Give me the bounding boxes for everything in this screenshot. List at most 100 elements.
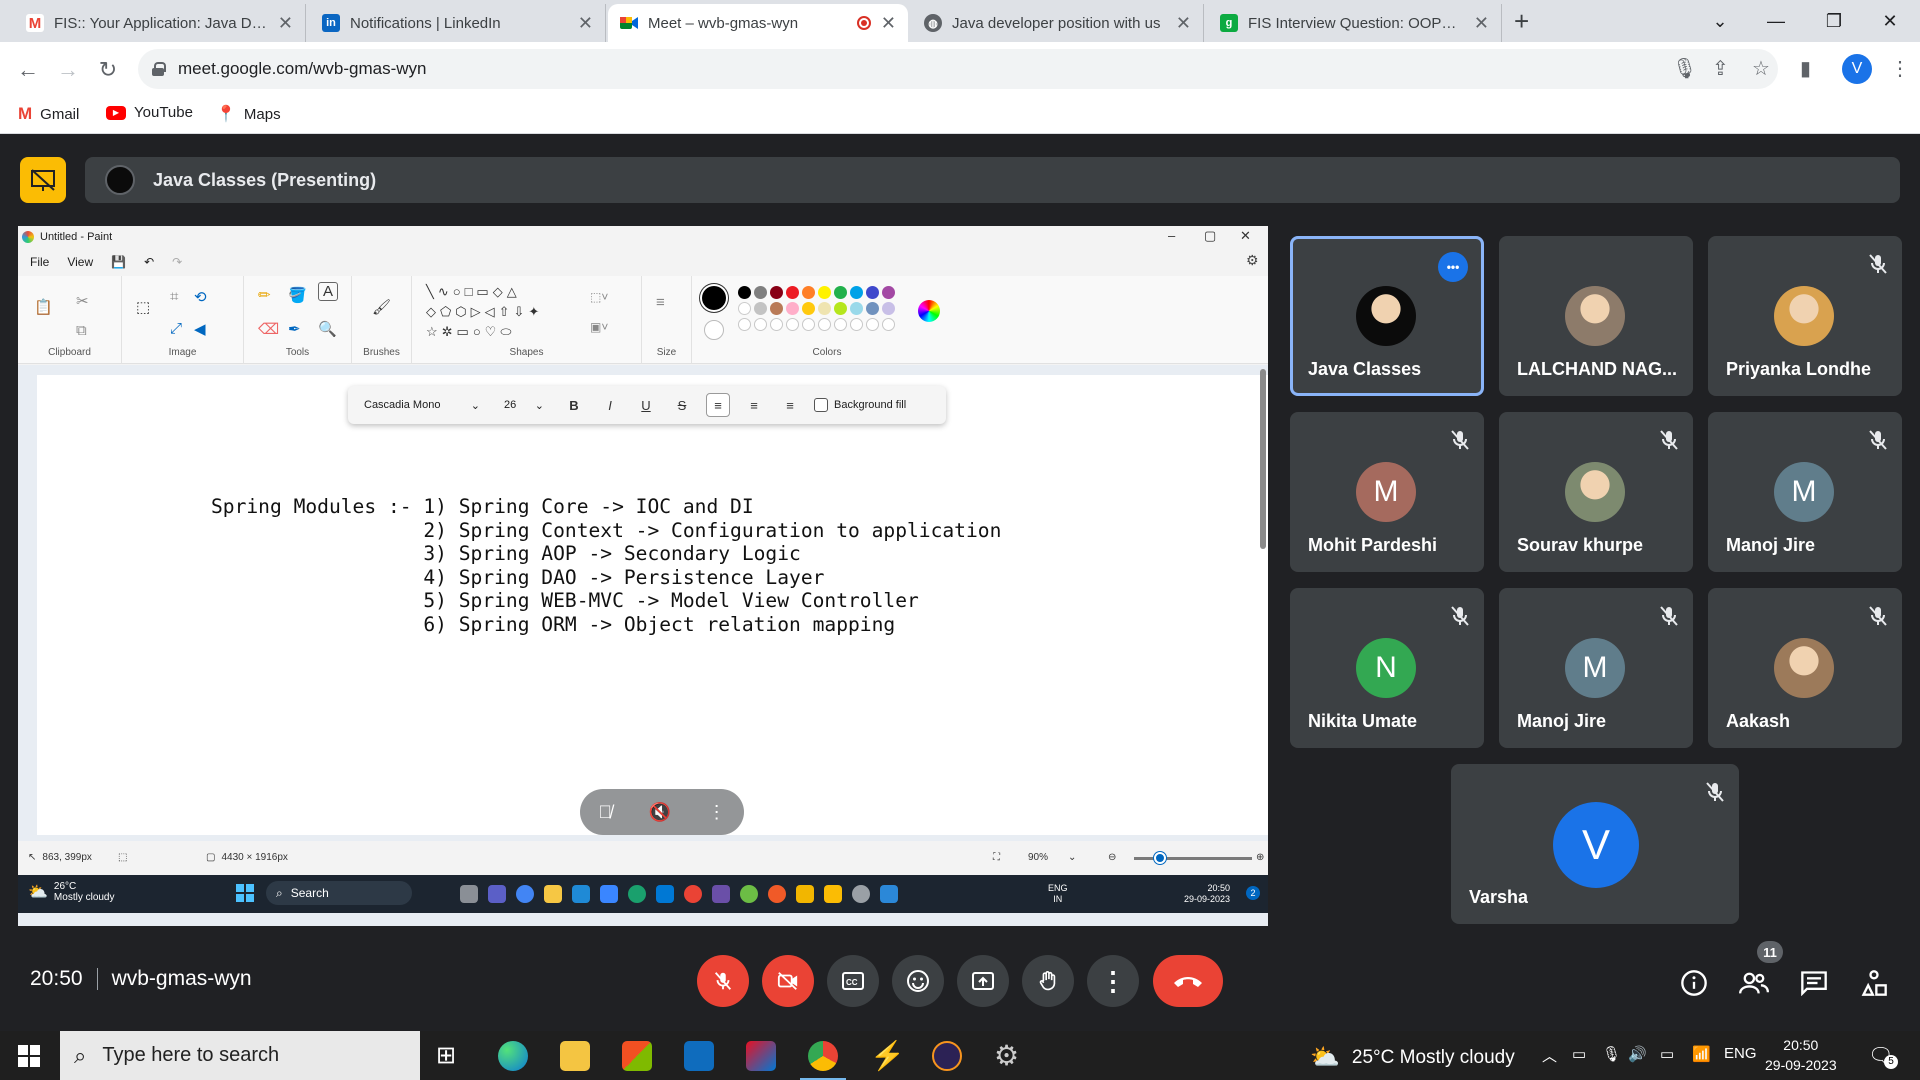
align-center-button[interactable]: ≡ xyxy=(742,393,766,417)
mail-icon[interactable] xyxy=(684,1041,714,1071)
copy-icon[interactable]: ⧉ xyxy=(76,322,87,339)
language-indicator[interactable]: ENG xyxy=(1724,1045,1757,1062)
zoom-out-icon[interactable]: ⊖ xyxy=(1108,852,1116,863)
tile-more-options-icon[interactable]: ••• xyxy=(1438,252,1468,282)
palette-empty-swatch[interactable] xyxy=(882,318,895,331)
more-options-icon[interactable]: ⋮ xyxy=(708,802,726,823)
palette-empty-swatch[interactable] xyxy=(802,318,815,331)
show-hidden-icons[interactable]: ︿ xyxy=(1542,1045,1557,1066)
brush-icon[interactable]: 🖌 xyxy=(372,298,391,316)
secondary-color[interactable] xyxy=(704,320,724,340)
line-size-icon[interactable]: ≡ xyxy=(656,294,665,311)
select-icon[interactable]: ⬚ xyxy=(136,298,150,316)
rotate-icon[interactable]: ⟲ xyxy=(194,288,207,306)
maximize-button[interactable]: ❐ xyxy=(1806,0,1862,42)
reload-button[interactable]: ↻ xyxy=(92,54,124,86)
zoom-slider-handle[interactable] xyxy=(1154,852,1166,864)
chrome-menu-icon[interactable]: ⋮ xyxy=(1890,56,1910,81)
eclipse-icon[interactable] xyxy=(932,1041,962,1071)
palette-empty-swatch[interactable] xyxy=(770,318,783,331)
microphone-icon[interactable]: 🎙 xyxy=(1672,56,1697,81)
palette-color-swatch[interactable] xyxy=(818,302,831,315)
palette-color-swatch[interactable] xyxy=(850,302,863,315)
taskbar-search-box[interactable]: ⌕ Type here to search xyxy=(60,1031,420,1080)
taskbar-weather[interactable]: ⛅ 25°C Mostly cloudy xyxy=(1310,1043,1515,1072)
palette-empty-swatch[interactable] xyxy=(834,318,847,331)
palette-color-swatch[interactable] xyxy=(802,302,815,315)
palette-color-swatch[interactable] xyxy=(770,286,783,299)
activities-button[interactable] xyxy=(1856,965,1892,1001)
speaker-icon[interactable]: 🔊 xyxy=(1628,1045,1647,1063)
pencil-icon[interactable]: ✏ xyxy=(258,286,271,304)
save-icon[interactable]: 💾 xyxy=(111,255,126,269)
outline-icon[interactable]: ⬚˅ xyxy=(590,290,608,304)
reactions-button[interactable] xyxy=(892,955,944,1007)
address-bar[interactable]: meet.google.com/wvb-gmas-wyn xyxy=(138,49,1778,89)
new-tab-button[interactable]: + xyxy=(1514,6,1529,37)
cut-icon[interactable]: ✂ xyxy=(76,292,89,310)
close-tab-icon[interactable]: ✕ xyxy=(881,13,896,34)
fit-to-window-icon[interactable]: ⛶ xyxy=(993,852,1000,863)
notification-center-button[interactable]: 🗨 5 xyxy=(1868,1043,1898,1069)
align-right-button[interactable]: ≡ xyxy=(778,393,802,417)
tab-java-developer[interactable]: ◍ Java developer position with us ✕ xyxy=(912,4,1204,42)
primary-color[interactable] xyxy=(702,286,726,310)
font-size-select[interactable]: 26 ⌄ xyxy=(498,393,550,417)
background-fill-checkbox[interactable] xyxy=(814,398,828,412)
shape-fill-icon[interactable]: ▣˅ xyxy=(590,320,608,334)
tab-fis-interview[interactable]: g FIS Interview Question: OOPS co ✕ xyxy=(1208,4,1502,42)
palette-empty-swatch[interactable] xyxy=(754,318,767,331)
bookmark-youtube[interactable]: ▶ YouTube xyxy=(106,104,193,121)
microsoft-store-icon[interactable] xyxy=(622,1041,652,1071)
chat-button[interactable] xyxy=(1796,965,1832,1001)
leave-call-button[interactable] xyxy=(1153,955,1223,1007)
participant-tile[interactable]: N Nikita Umate xyxy=(1290,588,1484,748)
crop-icon[interactable]: ⌗ xyxy=(170,288,178,305)
redo-icon[interactable]: ↷ xyxy=(172,255,182,269)
paint-menu-file[interactable]: File xyxy=(30,255,49,269)
back-button[interactable]: ← xyxy=(12,54,44,86)
profile-avatar[interactable]: V xyxy=(1842,54,1872,84)
close-tab-icon[interactable]: ✕ xyxy=(1176,13,1191,34)
text-tool-icon[interactable]: A xyxy=(318,282,339,301)
chrome-icon[interactable] xyxy=(800,1041,846,1080)
close-tab-icon[interactable]: ✕ xyxy=(1474,13,1489,34)
battery-icon[interactable]: ▭ xyxy=(1660,1045,1674,1063)
strikethrough-button[interactable]: S xyxy=(670,393,694,417)
palette-color-swatch[interactable] xyxy=(850,286,863,299)
font-family-select[interactable]: Cascadia Mono ⌄ xyxy=(358,393,486,417)
present-button[interactable] xyxy=(957,955,1009,1007)
meet-tray-icon[interactable]: ▭ xyxy=(1572,1045,1586,1063)
vertical-scrollbar[interactable] xyxy=(1260,369,1266,549)
palette-color-swatch[interactable] xyxy=(834,286,847,299)
participant-tile[interactable]: Java Classes ••• xyxy=(1290,236,1484,396)
palette-empty-swatch[interactable] xyxy=(738,318,751,331)
palette-color-swatch[interactable] xyxy=(834,302,847,315)
palette-color-swatch[interactable] xyxy=(882,286,895,299)
magnifier-icon[interactable]: 🔍 xyxy=(318,320,337,338)
edit-colors-icon[interactable] xyxy=(918,300,940,322)
participant-tile[interactable]: M Mohit Pardeshi xyxy=(1290,412,1484,572)
zoom-in-icon[interactable]: ⊕ xyxy=(1256,852,1264,863)
mic-toggle-button[interactable] xyxy=(697,955,749,1007)
more-options-button[interactable]: ⋮ xyxy=(1087,955,1139,1007)
task-view-icon[interactable]: ⊞ xyxy=(436,1041,466,1071)
meeting-details-button[interactable] xyxy=(1676,965,1712,1001)
bold-button[interactable]: B xyxy=(562,393,586,417)
participant-tile[interactable]: Priyanka Londhe xyxy=(1708,236,1902,396)
tab-linkedin[interactable]: in Notifications | LinkedIn ✕ xyxy=(310,4,606,42)
snip-tool-icon[interactable] xyxy=(746,1041,776,1071)
eraser-icon[interactable]: ⌫ xyxy=(258,320,279,338)
file-explorer-icon[interactable] xyxy=(560,1041,590,1071)
shapes-row-1-icon[interactable]: ╲∿○□▭◇△ xyxy=(426,284,521,300)
paste-icon[interactable]: 📋 xyxy=(34,298,53,316)
color-picker-icon[interactable]: ✒ xyxy=(288,320,301,338)
stop-presenting-icon[interactable] xyxy=(20,157,66,203)
italic-button[interactable]: I xyxy=(598,393,622,417)
palette-color-swatch[interactable] xyxy=(754,302,767,315)
taskbar-clock[interactable]: 20:50 29-09-2023 xyxy=(1765,1035,1837,1075)
shapes-row-2-icon[interactable]: ◇⬠⬡▷◁⇧⇩✦ xyxy=(426,304,543,320)
palette-color-swatch[interactable] xyxy=(802,286,815,299)
flip-icon[interactable]: ◀ xyxy=(194,320,206,338)
close-window-button[interactable]: ✕ xyxy=(1862,0,1918,42)
